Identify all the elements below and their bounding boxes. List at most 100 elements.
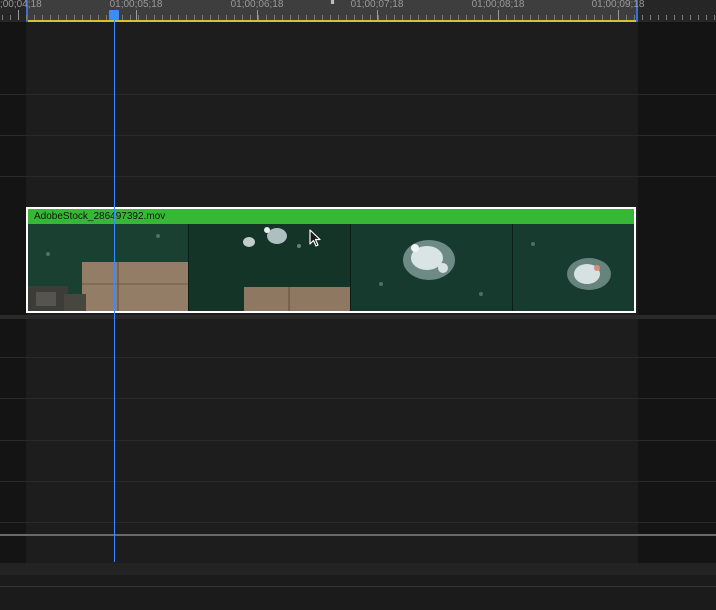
track-divider xyxy=(0,481,716,482)
video-audio-separator[interactable] xyxy=(0,315,716,319)
ruler-tick xyxy=(330,15,331,20)
ruler-tick xyxy=(482,15,483,20)
ruler-tick xyxy=(522,15,523,20)
ruler-tick xyxy=(170,15,171,20)
ruler-tick xyxy=(282,15,283,20)
ruler-timecode: 01;00;09;18 xyxy=(591,0,645,10)
ruler-tick xyxy=(402,15,403,20)
ruler-tick xyxy=(146,15,147,20)
ruler-timecode: 01;00;07;18 xyxy=(350,0,404,10)
video-clip[interactable]: AdobeStock_286497392.mov xyxy=(26,207,636,313)
marker-icon[interactable]: ▘ xyxy=(331,0,337,9)
ruler-tick xyxy=(378,15,379,20)
ruler-tick xyxy=(442,15,443,20)
ruler-major-tick xyxy=(136,10,137,20)
ruler-major-tick xyxy=(18,10,19,20)
ruler-tick xyxy=(562,15,563,20)
sequence-timeline[interactable]: 1;00;04;18 01;00;05;18 01;00;06;18 ▘ 01;… xyxy=(0,0,716,610)
playhead-handle[interactable] xyxy=(109,10,119,20)
ruler-tick xyxy=(666,15,667,20)
ruler-tick xyxy=(690,15,691,20)
ruler-tick xyxy=(322,15,323,20)
ruler-tick xyxy=(602,15,603,20)
track-divider xyxy=(0,135,716,136)
ruler-tick xyxy=(370,15,371,20)
track-divider xyxy=(0,94,716,95)
swimmers-splash-icon xyxy=(350,224,512,311)
ruler-tick xyxy=(362,15,363,20)
swimmer-splash-icon xyxy=(512,224,634,311)
ruler-tick xyxy=(314,15,315,20)
track-divider xyxy=(0,440,716,441)
timeline-scroll-area[interactable] xyxy=(0,563,716,610)
ruler-tick xyxy=(474,15,475,20)
ruler-tick xyxy=(274,15,275,20)
ruler-tick xyxy=(178,15,179,20)
ruler-tick xyxy=(578,15,579,20)
track-divider xyxy=(0,522,716,523)
ruler-tick xyxy=(186,15,187,20)
playhead-line[interactable] xyxy=(114,14,115,562)
ruler-tick xyxy=(266,15,267,20)
ruler-tick xyxy=(90,15,91,20)
ruler-major-tick xyxy=(618,10,619,20)
ruler-tick xyxy=(250,15,251,20)
ruler-tick xyxy=(354,15,355,20)
ruler-tick xyxy=(610,15,611,20)
ruler-tick xyxy=(458,15,459,20)
ruler-tick xyxy=(506,15,507,20)
ruler-timecode: 01;00;06;18 xyxy=(230,0,284,10)
ruler-tick xyxy=(74,15,75,20)
ruler-tick xyxy=(650,15,651,20)
ruler-tick xyxy=(570,15,571,20)
track-divider xyxy=(0,398,716,399)
ruler-tick xyxy=(490,15,491,20)
work-area-bar[interactable] xyxy=(26,20,638,22)
pier-rocks-water-icon xyxy=(28,224,188,311)
ruler-tick xyxy=(50,15,51,20)
ruler-timecode: 1;00;04;18 xyxy=(0,0,42,10)
ruler-tick xyxy=(698,15,699,20)
master-track-divider xyxy=(0,534,716,536)
ruler-tick xyxy=(138,15,139,20)
ruler-tick xyxy=(634,15,635,20)
ruler-tick xyxy=(450,15,451,20)
ruler-tick xyxy=(538,15,539,20)
clip-thumbnails xyxy=(28,224,634,311)
ruler-tick xyxy=(26,15,27,20)
ruler-tick xyxy=(346,15,347,20)
ruler-tick xyxy=(290,15,291,20)
ruler-tick xyxy=(626,15,627,20)
ruler-timecode: 01;00;05;18 xyxy=(109,0,163,10)
ruler-tick xyxy=(2,15,3,20)
ruler-tick xyxy=(298,15,299,20)
ruler-tick xyxy=(34,15,35,20)
panel-divider xyxy=(0,586,716,587)
ruler-tick xyxy=(386,15,387,20)
track-divider xyxy=(0,176,716,177)
ruler-tick xyxy=(226,15,227,20)
time-ruler[interactable]: 1;00;04;18 01;00;05;18 01;00;06;18 ▘ 01;… xyxy=(0,0,716,22)
ruler-major-tick xyxy=(498,10,499,20)
ruler-timecode: 01;00;08;18 xyxy=(471,0,525,10)
ruler-tick xyxy=(706,15,707,20)
ruler-tick xyxy=(10,15,11,20)
ruler-tick xyxy=(674,15,675,20)
arrow-pointer-icon xyxy=(309,229,321,247)
horizontal-scrollbar[interactable] xyxy=(0,563,716,575)
ruler-tick xyxy=(258,15,259,20)
ruler-tick xyxy=(106,15,107,20)
ruler-tick xyxy=(586,15,587,20)
ruler-tick xyxy=(58,15,59,20)
ruler-tick xyxy=(410,15,411,20)
ruler-tick xyxy=(154,15,155,20)
ruler-major-tick xyxy=(257,10,258,20)
ruler-tick xyxy=(394,15,395,20)
ruler-tick xyxy=(642,15,643,20)
ruler-tick xyxy=(202,15,203,20)
ruler-tick xyxy=(418,15,419,20)
ruler-tick xyxy=(234,15,235,20)
pier-swimmers-splash-icon xyxy=(188,224,350,311)
ruler-tick xyxy=(82,15,83,20)
ruler-tick xyxy=(42,15,43,20)
